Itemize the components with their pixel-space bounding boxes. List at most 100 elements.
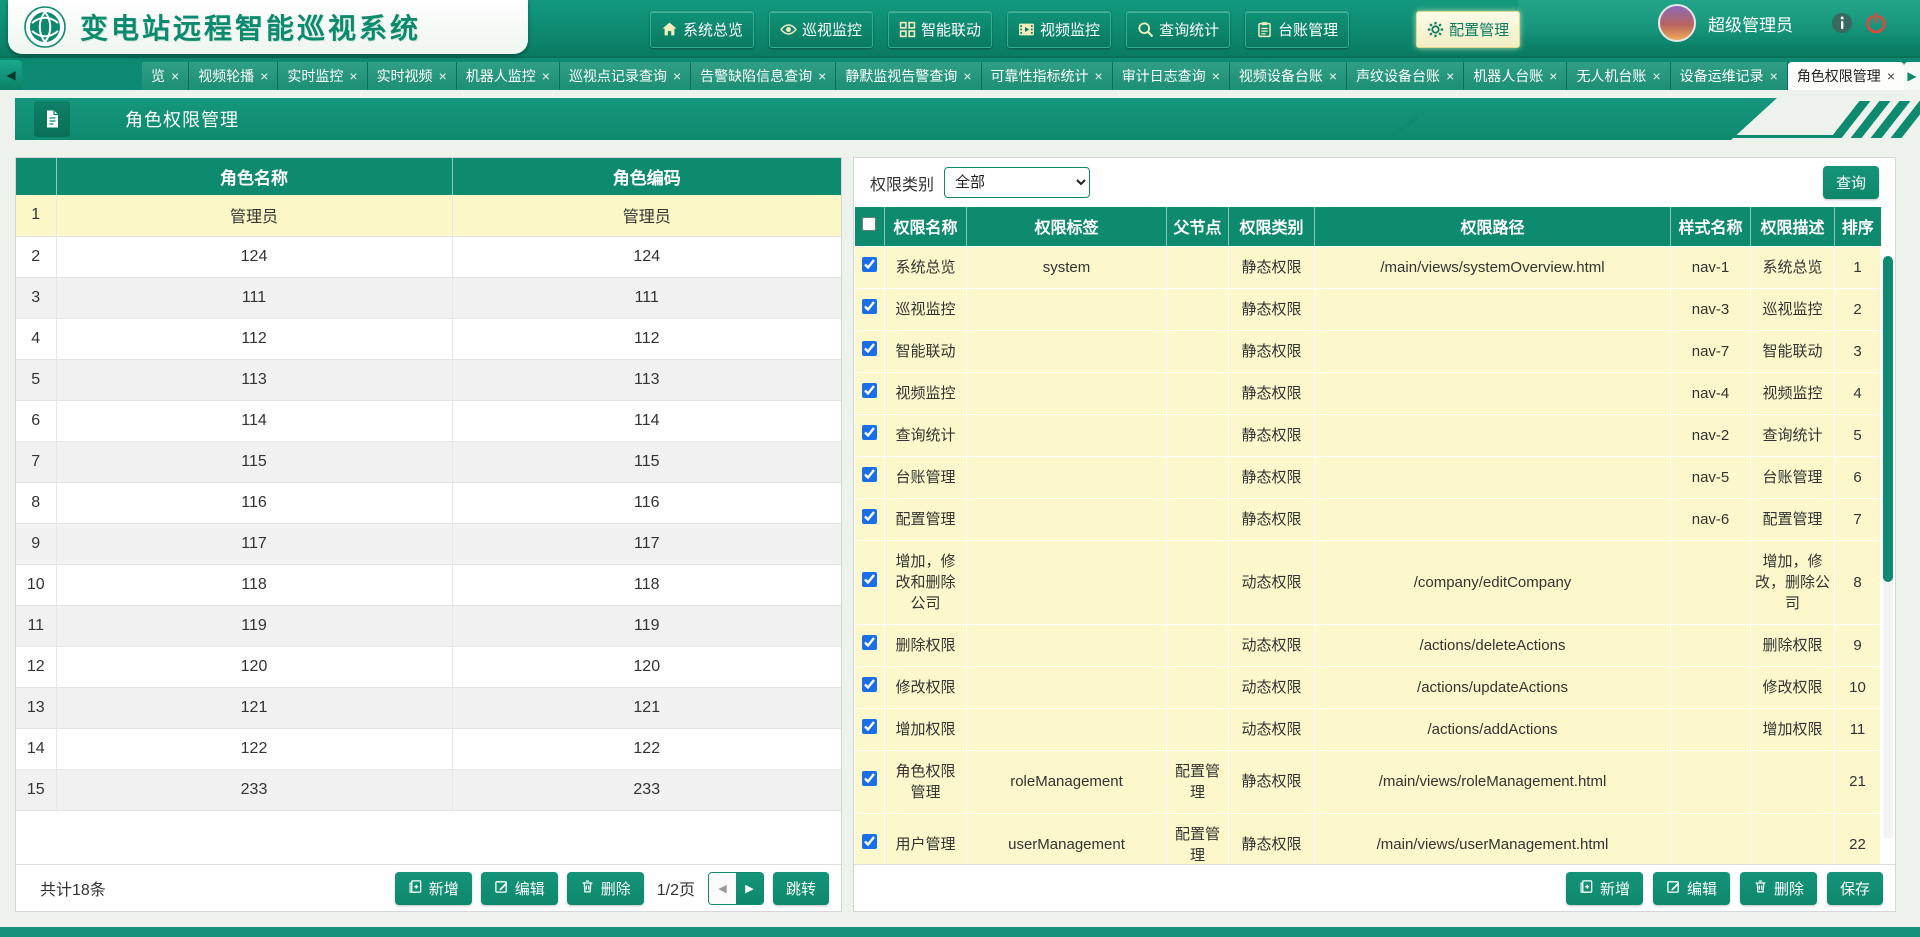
perm-tag-cell <box>967 624 1167 666</box>
nav-button-台账管理[interactable]: 台账管理 <box>1245 11 1349 48</box>
role-row[interactable]: 8116116 <box>16 482 841 523</box>
page-title-bar: 角色权限管理 <box>15 98 1777 140</box>
prev-page-button[interactable]: ◀ <box>709 873 736 904</box>
tab-close-icon[interactable]: × <box>818 69 826 83</box>
row-checkbox[interactable] <box>862 257 877 272</box>
tab-审计日志查询[interactable]: 审计日志查询× <box>1113 62 1230 90</box>
perm-add-button[interactable]: 新增 <box>1566 872 1643 905</box>
perm-check-cell <box>855 414 885 456</box>
tab-实时监控[interactable]: 实时监控× <box>278 62 367 90</box>
row-checkbox[interactable] <box>862 341 877 356</box>
roles-add-button[interactable]: 新增 <box>395 872 472 905</box>
perm-edit-button[interactable]: 编辑 <box>1653 872 1730 905</box>
tab-scroll-left-button[interactable]: ◀ <box>0 60 22 90</box>
perm-order-header: 排序 <box>1835 207 1881 246</box>
role-row[interactable]: 5113113 <box>16 359 841 400</box>
tab-close-icon[interactable]: × <box>260 69 268 83</box>
tab-无人机台账[interactable]: 无人机台账 × <box>1567 62 1670 90</box>
tab-声纹设备台账[interactable]: 声纹设备台账× <box>1347 62 1464 90</box>
row-checkbox[interactable] <box>862 383 877 398</box>
info-icon[interactable] <box>1831 12 1853 34</box>
row-checkbox[interactable] <box>862 425 877 440</box>
nav-button-查询统计[interactable]: 查询统计 <box>1126 11 1230 48</box>
tab-close-icon[interactable]: × <box>1549 69 1557 83</box>
role-row[interactable]: 1管理员管理员 <box>16 195 841 236</box>
role-row[interactable]: 6114114 <box>16 400 841 441</box>
tab-close-icon[interactable]: × <box>171 69 179 83</box>
select-all-checkbox[interactable] <box>862 217 876 231</box>
nav-button-巡视监控[interactable]: 巡视监控 <box>769 11 873 48</box>
role-row[interactable]: 13121121 <box>16 687 841 728</box>
permissions-scrollbar[interactable] <box>1883 256 1893 839</box>
role-code-cell: 115 <box>452 441 841 482</box>
tab-角色权限管理[interactable]: 角色权限管理× <box>1788 62 1904 90</box>
nav-label: 巡视监控 <box>802 19 862 40</box>
role-row[interactable]: 2124124 <box>16 236 841 277</box>
tab-机器人监控[interactable]: 机器人监控× <box>457 62 560 90</box>
row-checkbox[interactable] <box>862 572 877 587</box>
tab-视频设备台账[interactable]: 视频设备台账× <box>1230 62 1347 90</box>
nav-button-视频监控[interactable]: 视频监控 <box>1007 11 1111 48</box>
nav-button-系统总览[interactable]: 系统总览 <box>650 11 754 48</box>
tab-close-icon[interactable]: × <box>542 69 550 83</box>
tab-巡视点记录查询[interactable]: 巡视点记录查询× <box>560 62 691 90</box>
jump-page-button[interactable]: 跳转 <box>773 872 829 905</box>
avatar[interactable] <box>1658 4 1696 42</box>
row-checkbox[interactable] <box>862 677 877 692</box>
tab-close-icon[interactable]: × <box>963 69 971 83</box>
perm-type-select[interactable]: 全部 <box>944 167 1090 198</box>
nav-button-配置管理[interactable]: 配置管理 <box>1416 11 1520 48</box>
tab-close-icon[interactable]: × <box>673 69 681 83</box>
tab-close-icon[interactable]: × <box>1770 69 1778 83</box>
tab-设备运维记录[interactable]: 设备运维记录× <box>1671 62 1788 90</box>
tab-close-icon[interactable]: × <box>349 69 357 83</box>
role-row[interactable]: 10118118 <box>16 564 841 605</box>
tab-close-icon[interactable]: × <box>1212 69 1220 83</box>
scrollbar-thumb[interactable] <box>1883 256 1893 582</box>
perm-save-button[interactable]: 保存 <box>1827 872 1883 905</box>
tab-scroll-right-button[interactable]: ▶ <box>1904 62 1920 90</box>
role-code-cell: 113 <box>452 359 841 400</box>
role-code-cell: 124 <box>452 236 841 277</box>
perm-delete-button[interactable]: 删除 <box>1740 872 1817 905</box>
row-checkbox[interactable] <box>862 771 877 786</box>
tab-close-icon[interactable]: × <box>1652 69 1660 83</box>
role-row[interactable]: 11119119 <box>16 605 841 646</box>
row-checkbox[interactable] <box>862 719 877 734</box>
tab-可靠性指标统计[interactable]: 可靠性指标统计× <box>982 62 1113 90</box>
tab-close-icon[interactable]: × <box>1446 69 1454 83</box>
row-checkbox[interactable] <box>862 299 877 314</box>
tab-静默监视告警查询[interactable]: 静默监视告警查询× <box>836 62 981 90</box>
tab-览[interactable]: 览× <box>142 62 189 90</box>
button-label: 新增 <box>429 878 459 899</box>
tab-机器人台账[interactable]: 机器人台账× <box>1464 62 1567 90</box>
row-checkbox[interactable] <box>862 509 877 524</box>
tab-实时视频[interactable]: 实时视频× <box>368 62 457 90</box>
row-checkbox[interactable] <box>862 635 877 650</box>
row-checkbox[interactable] <box>862 467 877 482</box>
role-row[interactable]: 15233233 <box>16 769 841 810</box>
next-page-button[interactable]: ▶ <box>736 873 763 904</box>
tab-close-icon[interactable]: × <box>439 69 447 83</box>
tab-close-icon[interactable]: × <box>1329 69 1337 83</box>
row-checkbox[interactable] <box>862 834 877 849</box>
role-row[interactable]: 9117117 <box>16 523 841 564</box>
perm-name-cell: 台账管理 <box>885 456 967 498</box>
tab-label: 无人机台账 <box>1576 66 1646 86</box>
role-row[interactable]: 14122122 <box>16 728 841 769</box>
query-button[interactable]: 查询 <box>1823 166 1879 199</box>
roles-delete-button[interactable]: 删除 <box>567 872 644 905</box>
nav-button-智能联动[interactable]: 智能联动 <box>888 11 992 48</box>
role-row[interactable]: 7115115 <box>16 441 841 482</box>
tab-视频轮播[interactable]: 视频轮播× <box>189 62 278 90</box>
tab-close-icon[interactable]: × <box>1887 69 1895 83</box>
role-name-cell: 113 <box>56 359 452 400</box>
tab-告警缺陷信息查询[interactable]: 告警缺陷信息查询× <box>691 62 836 90</box>
perm-type-cell: 静态权限 <box>1229 498 1315 540</box>
tab-close-icon[interactable]: × <box>1095 69 1103 83</box>
role-row[interactable]: 4112112 <box>16 318 841 359</box>
power-icon[interactable] <box>1865 12 1887 34</box>
role-row[interactable]: 3111111 <box>16 277 841 318</box>
roles-edit-button[interactable]: 编辑 <box>481 872 558 905</box>
role-row[interactable]: 12120120 <box>16 646 841 687</box>
